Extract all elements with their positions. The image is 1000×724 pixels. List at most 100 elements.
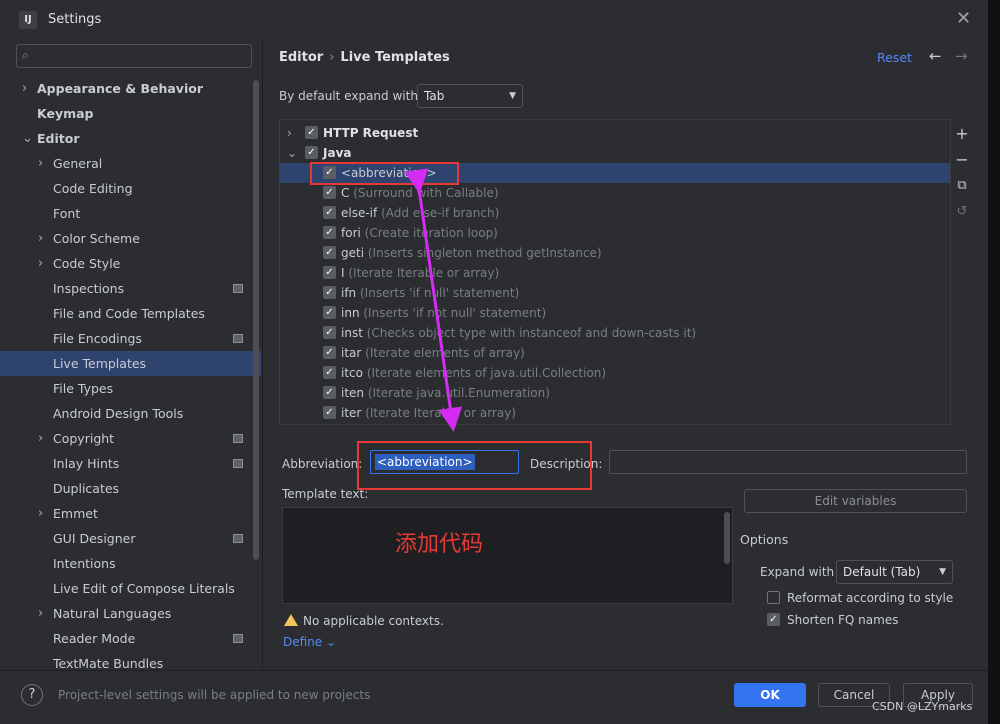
template-row[interactable]: ✓ C (Surround with Callable) (280, 183, 950, 203)
restore-icon[interactable]: ↺ (951, 201, 973, 223)
template-name: itco (341, 366, 363, 380)
sidebar-item-inspections[interactable]: Inspections (0, 276, 261, 301)
template-checkbox[interactable]: ✓ (323, 386, 336, 399)
sidebar-item-file-and-code-templates[interactable]: File and Code Templates (0, 301, 261, 326)
define-contexts-link[interactable]: Define ⌄ (283, 635, 336, 649)
sidebar-item-duplicates[interactable]: Duplicates (0, 476, 261, 501)
sidebar-item-font[interactable]: Font (0, 201, 261, 226)
sidebar-item-inlay-hints[interactable]: Inlay Hints (0, 451, 261, 476)
template-row[interactable]: ✓ itar (Iterate elements of array) (280, 343, 950, 363)
chevron-right-icon[interactable]: › (22, 76, 27, 101)
settings-search-input[interactable]: ⌕ (16, 44, 252, 68)
chevron-down-icon[interactable]: ⌄ (22, 126, 33, 151)
sidebar-item-keymap[interactable]: Keymap (0, 101, 261, 126)
template-group-row[interactable]: ⌄ ✓ Java (280, 143, 950, 163)
abbreviation-input[interactable]: <abbreviation> (370, 450, 519, 474)
template-checkbox[interactable]: ✓ (305, 126, 318, 139)
template-checkbox[interactable]: ✓ (323, 226, 336, 239)
help-icon[interactable]: ? (21, 684, 43, 706)
chevron-right-icon[interactable]: › (38, 151, 43, 176)
sidebar-item-copyright[interactable]: › Copyright (0, 426, 261, 451)
sidebar-item-label: File and Code Templates (53, 306, 205, 321)
sidebar-item-emmet[interactable]: › Emmet (0, 501, 261, 526)
template-row[interactable]: ✓ ifn (Inserts 'if null' statement) (280, 283, 950, 303)
shorten-fq-checkbox[interactable]: ✓ (767, 613, 780, 626)
template-row[interactable]: ✓ itco (Iterate elements of java.util.Col… (280, 363, 950, 383)
template-row[interactable]: ✓ inn (Inserts 'if not null' statement) (280, 303, 950, 323)
template-checkbox[interactable]: ✓ (305, 146, 318, 159)
sidebar-item-live-templates[interactable]: Live Templates (0, 351, 261, 376)
template-group-row[interactable]: › ✓ HTTP Request (280, 123, 950, 143)
sidebar-item-intentions[interactable]: Intentions (0, 551, 261, 576)
template-description: (Iterate elements of java.util.Collectio… (366, 366, 607, 380)
sidebar-item-code-editing[interactable]: Code Editing (0, 176, 261, 201)
template-row[interactable]: ✓ else-if (Add else-if branch) (280, 203, 950, 223)
back-arrow-icon[interactable]: ← (929, 47, 942, 65)
chevron-right-icon[interactable]: › (38, 426, 43, 451)
sidebar-item-code-style[interactable]: › Code Style (0, 251, 261, 276)
sidebar-item-file-types[interactable]: File Types (0, 376, 261, 401)
sidebar-item-label: Natural Languages (53, 606, 172, 621)
template-checkbox[interactable]: ✓ (323, 266, 336, 279)
copy-icon[interactable]: ⧉ (951, 175, 973, 197)
breadcrumb-editor[interactable]: Editor (279, 50, 323, 65)
expand-with-select[interactable]: Default (Tab) ▼ (836, 560, 953, 584)
template-name: ifn (341, 286, 357, 300)
sidebar-item-general[interactable]: › General (0, 151, 261, 176)
reset-link[interactable]: Reset (877, 50, 912, 65)
template-checkbox[interactable]: ✓ (323, 166, 336, 179)
template-checkbox[interactable]: ✓ (323, 286, 336, 299)
settings-dialog: IJ Settings ✕ ⌕ › Appearance & Behavior Ke… (0, 0, 988, 724)
sidebar-item-appearance-behavior[interactable]: › Appearance & Behavior (0, 76, 261, 101)
template-row[interactable]: ✓ fori (Create iteration loop) (280, 223, 950, 243)
search-icon: ⌕ (22, 48, 29, 62)
template-checkbox[interactable]: ✓ (323, 406, 336, 419)
sidebar-item-textmate-bundles[interactable]: TextMate Bundles (0, 651, 261, 670)
default-expand-select[interactable]: Tab ▼ (417, 84, 523, 108)
sidebar-item-android-design-tools[interactable]: Android Design Tools (0, 401, 261, 426)
sidebar-item-label: TextMate Bundles (53, 656, 164, 670)
edit-variables-button[interactable]: Edit variables (744, 489, 967, 513)
forward-arrow-icon[interactable]: → (955, 47, 968, 65)
template-row[interactable]: ✓ I (Iterate Iterable or array) (280, 263, 950, 283)
template-text-scrollbar[interactable] (724, 512, 730, 564)
chevron-right-icon[interactable]: › (287, 123, 292, 143)
template-checkbox[interactable]: ✓ (323, 346, 336, 359)
template-checkbox[interactable]: ✓ (323, 206, 336, 219)
template-text-editor[interactable] (282, 507, 733, 604)
template-row[interactable]: ✓ iten (Iterate java.util.Enumeration) (280, 383, 950, 403)
template-row[interactable]: ✓ geti (Inserts singleton method getInsta… (280, 243, 950, 263)
ok-button[interactable]: OK (734, 683, 806, 707)
add-icon[interactable]: + (951, 123, 973, 145)
sidebar-item-file-encodings[interactable]: File Encodings (0, 326, 261, 351)
remove-icon[interactable]: − (951, 149, 973, 171)
chevron-right-icon[interactable]: › (38, 601, 43, 626)
sidebar-item-label: Code Editing (53, 181, 133, 196)
chevron-right-icon[interactable]: › (38, 501, 43, 526)
template-checkbox[interactable]: ✓ (323, 306, 336, 319)
sidebar-item-gui-designer[interactable]: GUI Designer (0, 526, 261, 551)
chevron-right-icon[interactable]: › (38, 226, 43, 251)
template-checkbox[interactable]: ✓ (323, 326, 336, 339)
sidebar-item-label: Font (53, 206, 81, 221)
template-checkbox[interactable]: ✓ (323, 366, 336, 379)
template-checkbox[interactable]: ✓ (323, 246, 336, 259)
template-row[interactable]: ✓ iter (Iterate Iterable or array) (280, 403, 950, 423)
sidebar-item-natural-languages[interactable]: › Natural Languages (0, 601, 261, 626)
description-input[interactable] (609, 450, 967, 474)
chevron-right-icon[interactable]: › (38, 251, 43, 276)
chevron-down-icon[interactable]: ⌄ (287, 143, 297, 163)
sidebar-item-color-scheme[interactable]: › Color Scheme (0, 226, 261, 251)
sidebar-item-label: Appearance & Behavior (37, 81, 203, 96)
sidebar-item-live-edit-of-compose-literals[interactable]: Live Edit of Compose Literals (0, 576, 261, 601)
template-row[interactable]: ✓ inst (Checks object type with instanceo… (280, 323, 950, 343)
sidebar-item-reader-mode[interactable]: Reader Mode (0, 626, 261, 651)
close-icon[interactable]: ✕ (956, 8, 971, 29)
template-checkbox[interactable]: ✓ (323, 186, 336, 199)
sidebar-item-label: Emmet (53, 506, 98, 521)
template-row[interactable]: ✓ <abbreviation> (280, 163, 950, 183)
template-label: inst (Checks object type with instanceof… (341, 323, 696, 343)
sidebar-item-editor[interactable]: ⌄ Editor (0, 126, 261, 151)
reformat-checkbox[interactable] (767, 591, 780, 604)
sidebar-scrollbar[interactable] (253, 80, 259, 560)
